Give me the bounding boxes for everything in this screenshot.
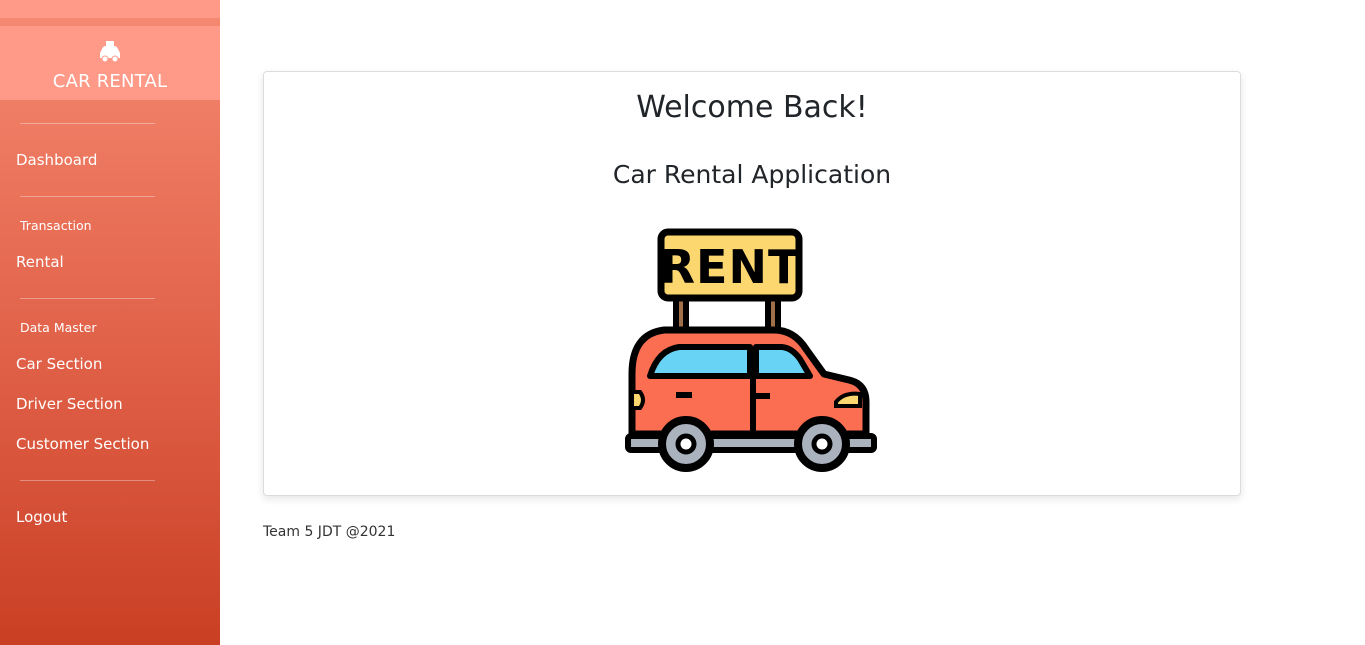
sidebar-item-logout[interactable]: Logout [16, 508, 67, 526]
sidebar-divider [20, 123, 155, 124]
brand-link[interactable]: CAR RENTAL [0, 26, 220, 100]
welcome-card: Welcome Back! Car Rental Application REN… [263, 71, 1241, 496]
footer-text: Team 5 JDT @2021 [263, 524, 396, 540]
sidebar-top-strip [0, 0, 220, 18]
sidebar: CAR RENTAL Dashboard Transaction Rental … [0, 0, 220, 645]
sidebar-divider [20, 298, 155, 299]
page-title: Welcome Back! [636, 90, 868, 125]
sidebar-divider [20, 196, 155, 197]
sidebar-item-rental[interactable]: Rental [16, 253, 64, 271]
sidebar-divider [20, 480, 155, 481]
sidebar-heading-transaction: Transaction [20, 218, 92, 233]
sidebar-item-car-section[interactable]: Car Section [16, 355, 102, 373]
rent-car-icon: RENT [625, 228, 877, 472]
rent-sign-text: RENT [660, 240, 801, 294]
sidebar-item-dashboard[interactable]: Dashboard [16, 151, 97, 169]
page-subtitle: Car Rental Application [612, 160, 892, 189]
car-icon [100, 40, 120, 62]
sidebar-item-driver-section[interactable]: Driver Section [16, 395, 123, 413]
sidebar-heading-data-master: Data Master [20, 320, 97, 335]
sidebar-item-customer-section[interactable]: Customer Section [16, 435, 149, 453]
brand-title: CAR RENTAL [52, 70, 168, 92]
